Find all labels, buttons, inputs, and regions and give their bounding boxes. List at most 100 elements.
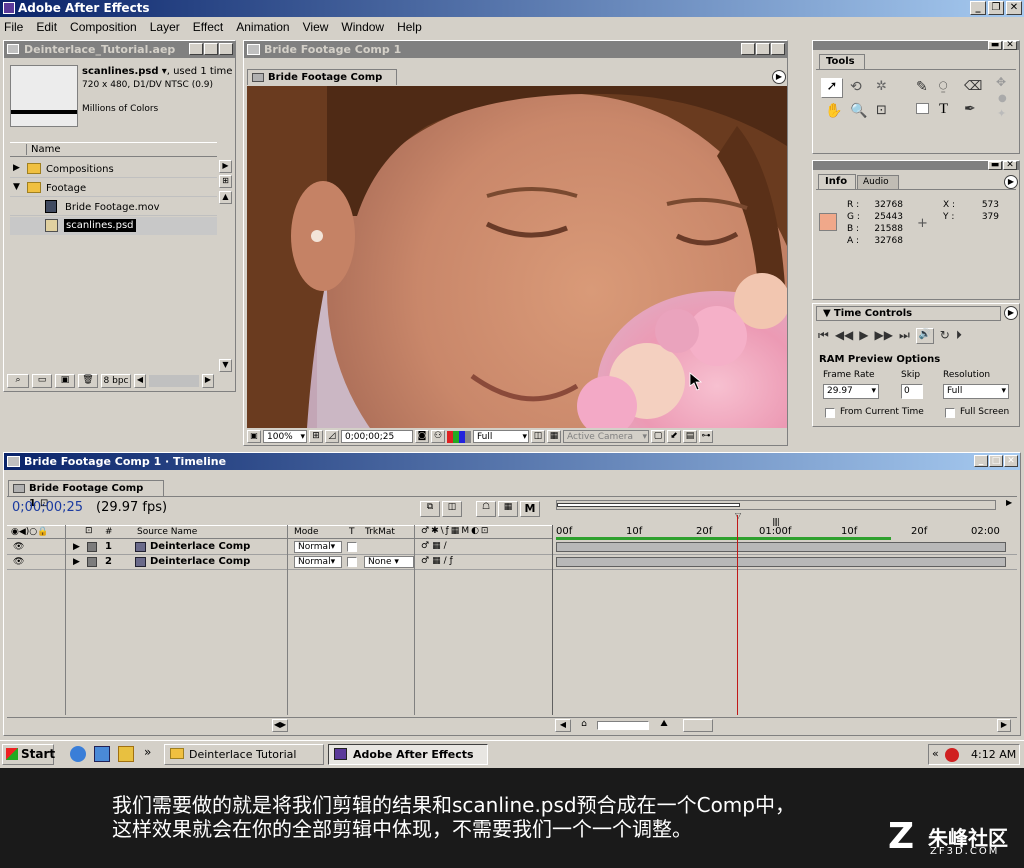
resolution-dropdown[interactable]: Full ▾ xyxy=(943,384,1009,399)
scroll-right-icon[interactable]: ▶ xyxy=(1006,498,1018,510)
move-icon[interactable]: ✥ xyxy=(996,75,1006,89)
scroll-left-icon[interactable]: ◀ xyxy=(134,374,146,388)
preserve-transparency-checkbox[interactable] xyxy=(347,557,357,567)
maximize-button[interactable]: ❐ xyxy=(988,1,1004,15)
internet-explorer-icon[interactable] xyxy=(70,746,86,762)
label-color-icon[interactable] xyxy=(87,557,97,567)
frame-rate-dropdown[interactable]: 29.97 ▾ xyxy=(823,384,879,399)
mask-view-icon[interactable]: ◿ xyxy=(325,430,339,443)
menu-file[interactable]: File xyxy=(4,20,23,34)
hand-tool-icon[interactable]: ✋ xyxy=(825,103,842,119)
tools-close-button[interactable]: ✕ xyxy=(1003,41,1017,50)
flowchart-icon[interactable]: ⊶ xyxy=(699,430,713,443)
panel-menu-icon[interactable]: ▶ xyxy=(1004,306,1018,320)
zoom-tool-icon[interactable]: 🔍 xyxy=(850,103,867,119)
comp-close-button[interactable]: ✕ xyxy=(771,43,785,55)
scroll-left-icon[interactable]: ◀ xyxy=(555,719,571,732)
show-snapshot-icon[interactable]: ⚇ xyxy=(431,430,445,443)
label-column-icon[interactable]: ⊡ xyxy=(85,526,93,536)
layer-name[interactable]: Deinterlace Comp xyxy=(150,556,250,567)
layer-name[interactable]: Deinterlace Comp xyxy=(150,541,250,552)
pan-behind-tool-icon[interactable]: ⊡ xyxy=(876,103,887,118)
layer-duration-bar[interactable] xyxy=(556,557,1006,567)
time-ruler[interactable]: 00f 10f 20f 01:00f 10f 20f 02:00 |||| xyxy=(556,517,1004,540)
mode-column-header[interactable]: Mode xyxy=(294,527,319,537)
scroll-right-icon[interactable]: ▶ xyxy=(219,160,232,173)
task-deinterlace-tutorial[interactable]: Deinterlace Tutorial xyxy=(164,744,324,765)
timeline-close-button[interactable]: ✕ xyxy=(1004,455,1018,467)
axis-local-icon[interactable]: ● xyxy=(998,93,1007,104)
visibility-eye-icon[interactable]: 👁 xyxy=(13,557,24,567)
comp-viewer[interactable] xyxy=(247,86,787,428)
horizontal-scroll-thumb[interactable] xyxy=(683,719,713,732)
time-controls-tab[interactable]: ▼ Time Controls xyxy=(816,306,1001,321)
tray-app-icon[interactable] xyxy=(945,748,959,762)
preserve-transparency-checkbox[interactable] xyxy=(347,542,357,552)
fast-preview-icon[interactable]: ⬋ xyxy=(667,430,681,443)
start-button[interactable]: Start xyxy=(2,744,55,765)
text-tool-icon[interactable]: T xyxy=(939,101,948,118)
first-frame-icon[interactable]: ⏮ xyxy=(818,328,829,346)
timeline-tab[interactable]: Bride Footage Comp 1 ⊡ xyxy=(8,480,164,509)
menu-window[interactable]: Window xyxy=(341,20,384,34)
play-icon[interactable]: ▶ xyxy=(859,328,868,346)
expand-arrow-icon[interactable]: ▶ xyxy=(13,163,20,173)
next-frame-icon[interactable]: ▶▶ xyxy=(875,328,893,346)
new-comp-icon[interactable]: ▣ xyxy=(55,374,75,388)
snapshot-icon[interactable]: ▣ xyxy=(247,430,261,443)
shy-layers-icon[interactable]: ☖ xyxy=(476,501,496,517)
zoom-in-icon[interactable]: ⛰ xyxy=(655,719,673,732)
previous-frame-icon[interactable]: ◀◀ xyxy=(835,328,853,346)
current-time-display[interactable]: 0;00;00;25 xyxy=(341,430,413,443)
project-list-item[interactable]: Bride Footage.mov xyxy=(10,198,217,216)
layer-row[interactable]: 👁 ▶ 2 Deinterlace Comp Normal▾ None ▾ ♂▦… xyxy=(7,555,1017,570)
zoom-handle-icon[interactable]: ▽ xyxy=(735,511,741,520)
pen-brush-tool-icon[interactable]: ✎ xyxy=(916,79,928,95)
outlook-icon[interactable] xyxy=(94,746,110,762)
project-list-item[interactable]: ▶ Compositions xyxy=(10,160,217,178)
orbit-camera-icon[interactable]: ✲ xyxy=(876,79,887,94)
zoom-slider[interactable] xyxy=(597,721,649,730)
camera-snapshot-icon[interactable]: ◙ xyxy=(415,430,429,443)
magnification-dropdown[interactable]: 100% ▾ xyxy=(263,430,307,443)
comp-maximize-button[interactable]: □ xyxy=(756,43,770,55)
scroll-right-icon[interactable]: ▶ xyxy=(202,374,214,388)
last-frame-icon[interactable]: ⏭ xyxy=(899,328,910,346)
new-folder-icon[interactable]: ▭ xyxy=(32,374,52,388)
time-navigator[interactable] xyxy=(556,500,996,510)
frame-blending-icon[interactable]: ▦ xyxy=(498,501,518,517)
number-column-header[interactable]: # xyxy=(105,527,113,537)
rectangle-mask-tool-icon[interactable] xyxy=(916,103,929,114)
horizontal-scrollbar[interactable] xyxy=(149,375,199,387)
trash-icon[interactable]: 🗑 xyxy=(78,374,98,388)
camera-dropdown[interactable]: Active Camera ▾ xyxy=(563,430,649,443)
clone-stamp-tool-icon[interactable]: ⍜ xyxy=(939,78,947,94)
loop-icon[interactable]: ↻ xyxy=(940,328,950,346)
current-time-display[interactable]: 0;00;00;25 xyxy=(12,500,83,515)
bpc-button[interactable]: 8 bpc xyxy=(101,374,131,388)
layer-row[interactable]: 👁 ▶ 1 Deinterlace Comp Normal▾ ♂▦/ xyxy=(7,540,1017,555)
expand-arrow-icon[interactable]: ▶ xyxy=(73,557,80,567)
columns-icon[interactable]: ⊞ xyxy=(219,175,232,188)
task-after-effects[interactable]: Adobe After Effects xyxy=(328,744,488,765)
panel-menu-icon[interactable]: ▶ xyxy=(772,70,786,84)
transparency-grid-icon[interactable]: ▦ xyxy=(547,430,561,443)
scroll-right-icon[interactable]: ▶ xyxy=(997,719,1011,732)
channel-icon[interactable] xyxy=(447,430,471,443)
resolution-dropdown[interactable]: Full ▾ xyxy=(473,430,529,443)
expand-collapse-panes-icon[interactable]: ◀▶ xyxy=(272,719,288,732)
tools-tab[interactable]: Tools xyxy=(819,54,865,69)
full-screen-checkbox[interactable] xyxy=(945,408,955,418)
timeline-icon[interactable]: ▤ xyxy=(683,430,697,443)
pen-tool-icon[interactable]: ✒ xyxy=(964,101,976,117)
eraser-tool-icon[interactable]: ⌫ xyxy=(964,79,982,94)
safe-zones-icon[interactable]: ⊞ xyxy=(309,430,323,443)
switches-column-icons[interactable]: ♂✱\ƒ▦M◐⊡ xyxy=(421,526,490,536)
zoom-out-icon[interactable]: ⌂ xyxy=(575,719,593,732)
av-features-icon[interactable]: ◉◀)○🔒 xyxy=(11,527,48,537)
project-list-item-selected[interactable]: scanlines.psd xyxy=(10,217,217,235)
label-color-icon[interactable] xyxy=(87,542,97,552)
info-minimize-button[interactable]: ▬ xyxy=(988,161,1002,170)
layer-switches[interactable]: ♂▦/ƒ xyxy=(421,556,456,566)
from-current-time-checkbox[interactable] xyxy=(825,408,835,418)
